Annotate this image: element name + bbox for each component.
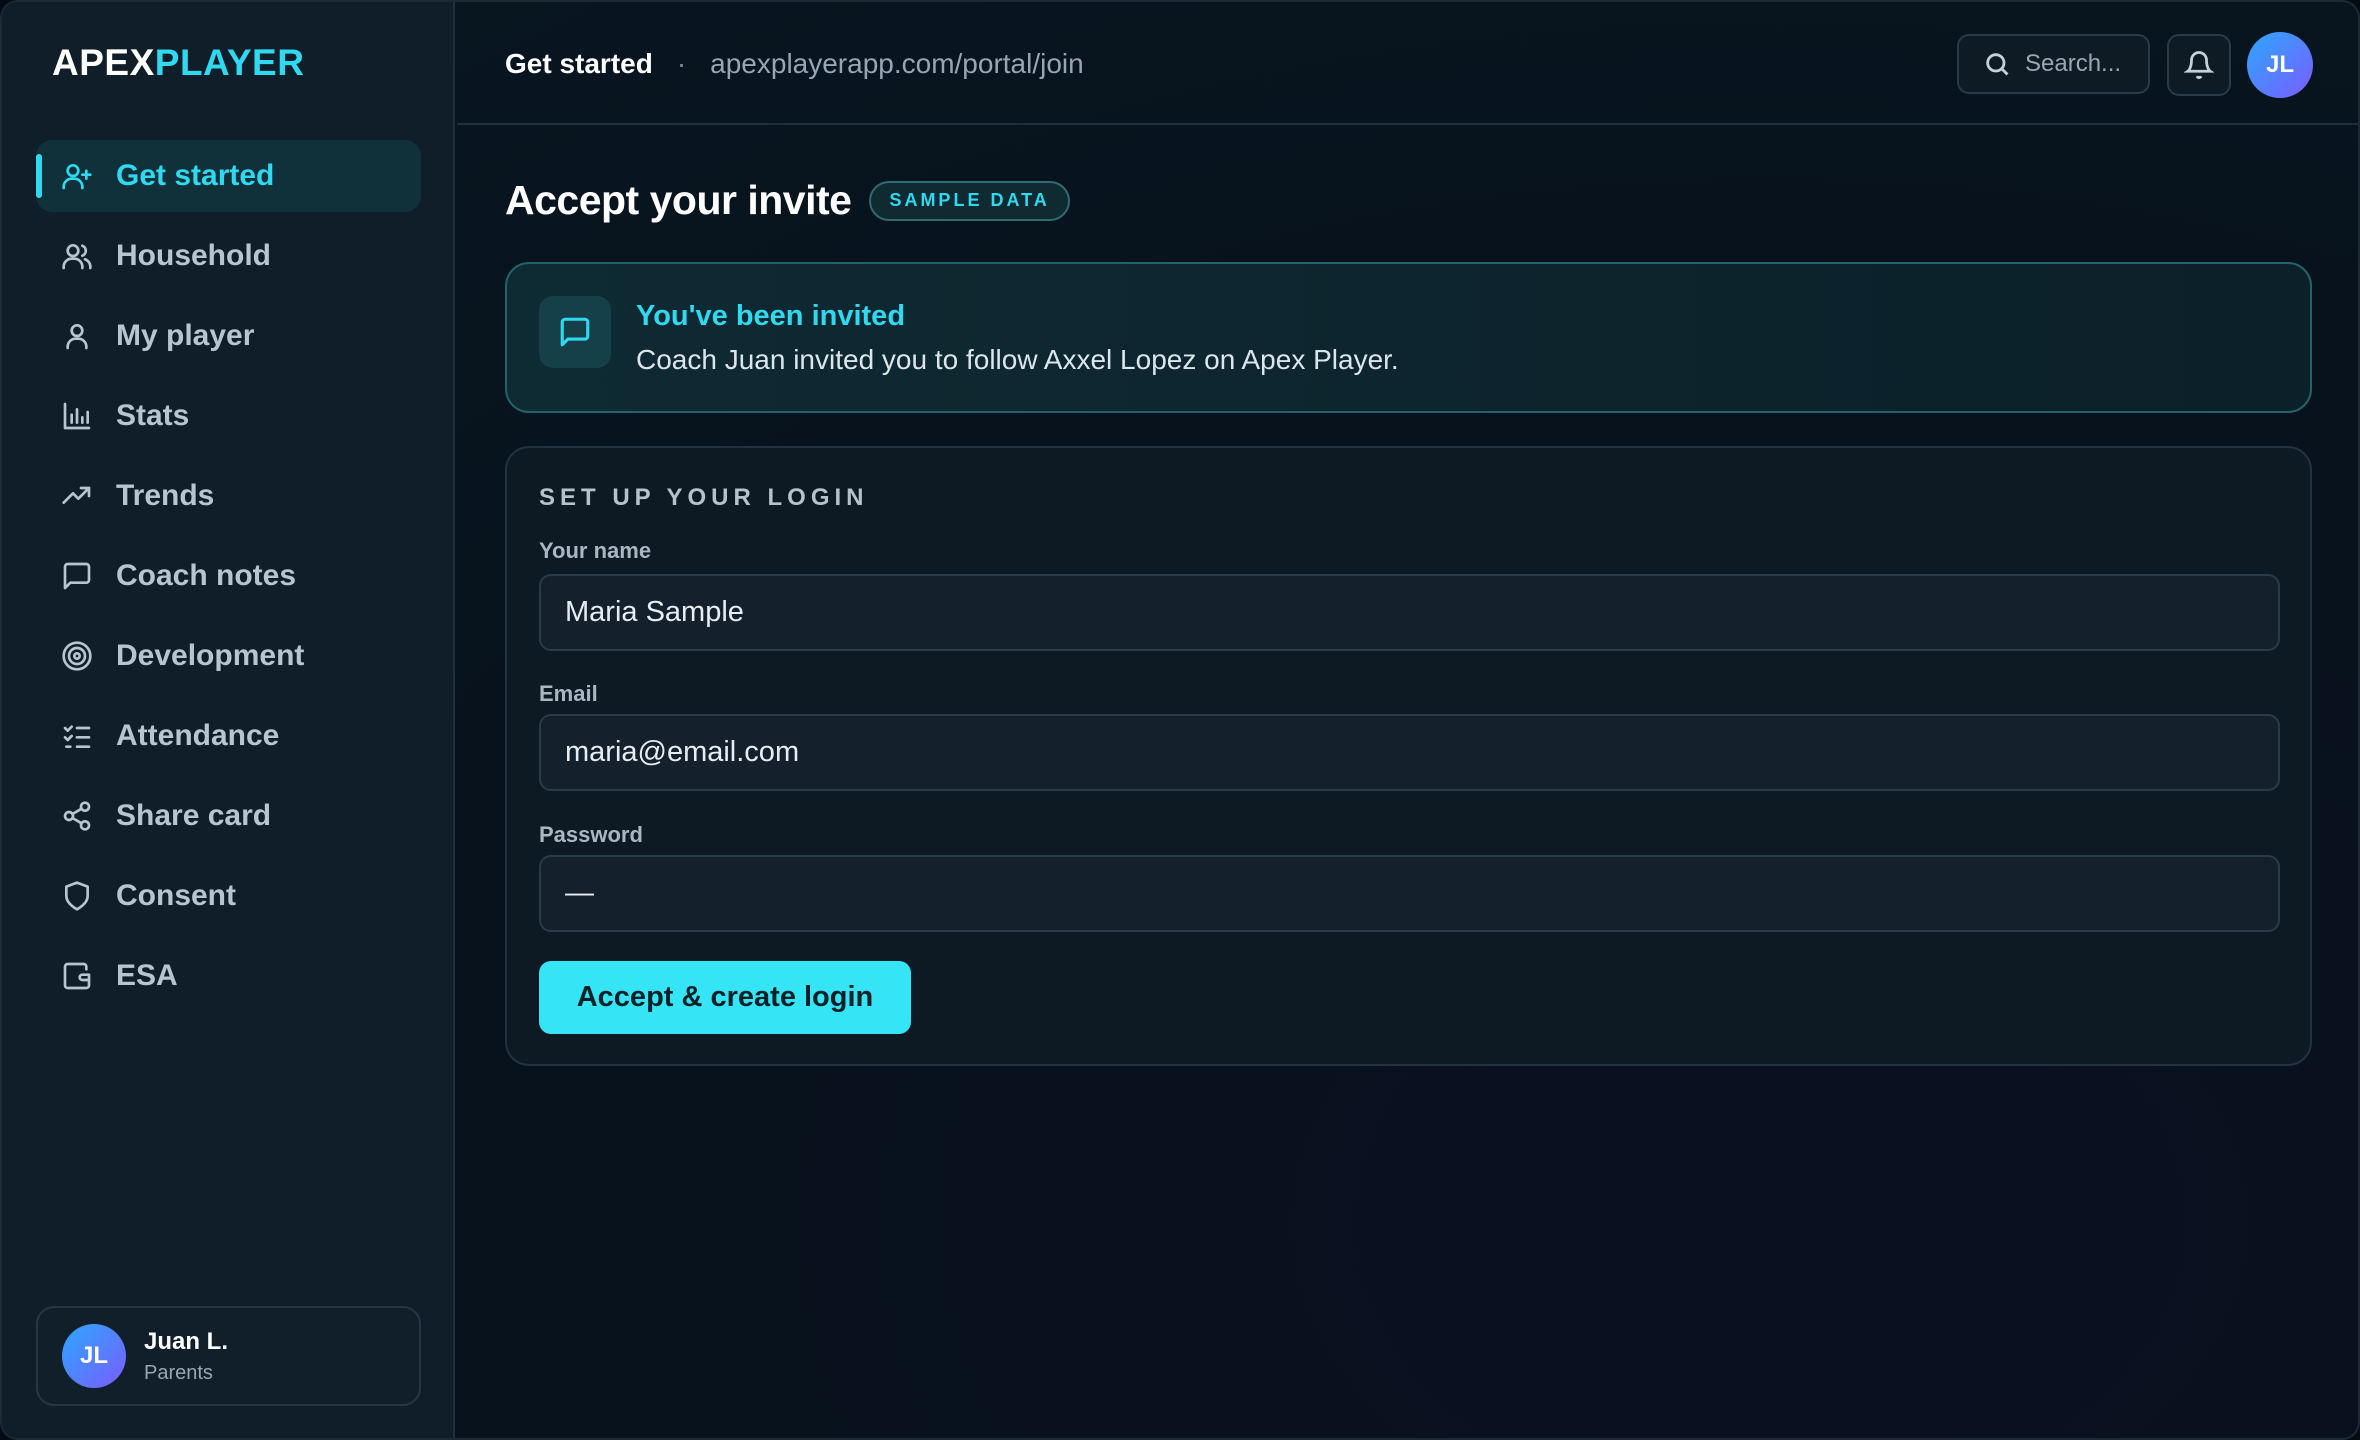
sidebar-item-label: Consent [116,879,236,912]
sidebar-item-stats[interactable]: Stats [36,380,421,452]
shield-icon [60,879,94,913]
sidebar-item-get-started[interactable]: Get started [36,140,421,212]
sidebar-item-development[interactable]: Development [36,620,421,692]
email-label: Email [539,681,598,706]
bar-chart-icon [60,399,94,433]
share-icon [60,799,94,833]
search-icon [1986,53,2009,76]
trending-up-icon [60,479,94,513]
sidebar-item-label: ESA [116,959,178,992]
accept-create-login-button[interactable]: Accept & create login [539,961,911,1034]
sidebar-item-label: My player [116,319,255,352]
sidebar-item-label: Get started [116,159,275,192]
breadcrumb-separator: · [676,48,687,79]
app-logo[interactable]: APEXPLAYER [52,42,304,84]
sidebar-item-coach-notes[interactable]: Coach notes [36,540,421,612]
invite-title: You've been invited [636,300,906,332]
name-label: Your name [539,538,652,563]
avatar: JL [62,1324,126,1388]
breadcrumb-title: Get started [505,48,653,79]
sidebar-item-label: Coach notes [116,559,297,592]
app-window: APEXPLAYER Get started Household My play… [0,0,2360,1440]
login-form: SET UP YOUR LOGIN Your name Email Passwo… [505,446,2312,1066]
wallet-icon [60,959,94,993]
logo-part-apex: APEX [52,42,155,83]
sidebar-nav: Get started Household My player Stats Tr… [36,140,421,1020]
invite-message: Coach Juan invited you to follow Axxel L… [636,344,1399,375]
target-icon [60,639,94,673]
sidebar-item-label: Household [116,239,271,272]
page-title: Accept your invite [505,177,852,223]
user-info: Juan L. Parents [144,1328,228,1385]
sidebar-item-label: Attendance [116,719,280,752]
logo-part-player: PLAYER [154,42,305,83]
breadcrumb-url: apexplayerapp.com/portal/join [710,48,1084,79]
email-field[interactable] [539,714,2280,791]
sidebar-item-trends[interactable]: Trends [36,460,421,532]
message-square-icon [60,559,94,593]
sidebar-item-my-player[interactable]: My player [36,300,421,372]
sample-data-badge: SAMPLE DATA [869,180,1070,221]
sidebar: APEXPLAYER Get started Household My play… [2,2,455,1438]
profile-avatar[interactable]: JL [2247,32,2313,98]
user-role: Parents [144,1361,213,1384]
user-name: Juan L. [144,1327,229,1355]
sidebar-item-household[interactable]: Household [36,220,421,292]
sidebar-item-label: Development [116,639,305,672]
sidebar-item-label: Stats [116,399,190,432]
search-placeholder: Search... [2025,50,2122,77]
sidebar-item-attendance[interactable]: Attendance [36,700,421,772]
message-square-icon [539,296,611,368]
users-icon [60,239,94,273]
list-checks-icon [60,719,94,753]
search-box[interactable]: Search... [1957,34,2150,94]
name-field[interactable] [539,574,2280,651]
breadcrumb: Get started · apexplayerapp.com/portal/j… [505,48,1084,80]
sidebar-item-label: Trends [116,479,215,512]
sidebar-item-esa[interactable]: ESA [36,940,421,1012]
sidebar-item-label: Share card [116,799,272,832]
password-field[interactable] [539,855,2280,932]
password-label: Password [539,822,643,847]
top-header: Get started · apexplayerapp.com/portal/j… [457,2,2358,125]
invite-banner: You've been invited Coach Juan invited y… [505,262,2312,413]
user-icon [60,319,94,353]
sidebar-item-consent[interactable]: Consent [36,860,421,932]
title-row: Accept your invite SAMPLE DATA [505,177,1070,224]
notifications-button[interactable] [2167,34,2231,96]
section-title: SET UP YOUR LOGIN [539,484,869,511]
bell-icon [2184,51,2214,79]
sidebar-item-share-card[interactable]: Share card [36,780,421,852]
user-plus-icon [60,159,94,193]
user-card[interactable]: JL Juan L. Parents [36,1306,421,1406]
